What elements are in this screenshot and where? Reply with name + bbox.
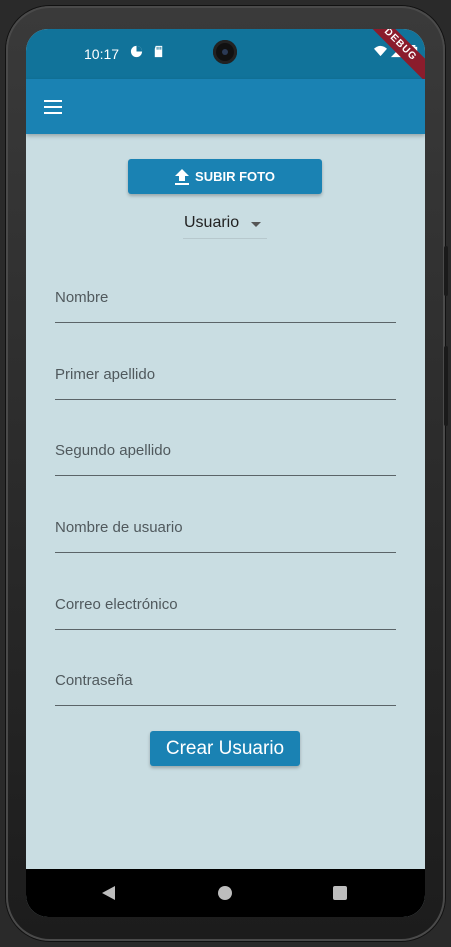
- system-nav-bar: [26, 869, 425, 917]
- app-screen: 10:17 DEBUG SUBIR FOTO Usuario Nombre Pr…: [26, 29, 425, 917]
- volume-button: [444, 246, 448, 296]
- back-icon[interactable]: [102, 886, 115, 900]
- correo-field[interactable]: [55, 589, 396, 630]
- upload-icon: [175, 168, 190, 185]
- nombre-input[interactable]: [55, 282, 396, 322]
- primer-apellido-input[interactable]: [55, 359, 396, 399]
- primer-apellido-field[interactable]: [55, 359, 396, 400]
- role-dropdown[interactable]: Usuario: [183, 211, 267, 239]
- upload-photo-label: SUBIR FOTO: [195, 169, 275, 184]
- correo-input[interactable]: [55, 589, 396, 629]
- nombre-usuario-input[interactable]: [55, 512, 396, 552]
- create-user-label: Crear Usuario: [165, 737, 285, 759]
- menu-icon[interactable]: [44, 100, 62, 114]
- wifi-icon: [374, 45, 387, 57]
- status-time: 10:17: [84, 46, 120, 62]
- power-button: [444, 346, 448, 426]
- segundo-apellido-input[interactable]: [55, 435, 396, 475]
- home-icon[interactable]: [218, 886, 232, 900]
- upload-photo-button[interactable]: SUBIR FOTO: [128, 159, 322, 194]
- nombre-usuario-field[interactable]: [55, 512, 396, 553]
- role-dropdown-value: Usuario: [184, 214, 240, 231]
- segundo-apellido-field[interactable]: [55, 435, 396, 476]
- recent-apps-icon[interactable]: [333, 886, 347, 900]
- create-user-button[interactable]: Crear Usuario: [150, 731, 300, 766]
- contrasena-input[interactable]: [55, 665, 396, 705]
- status-bar: 10:17 DEBUG: [26, 29, 425, 90]
- dropdown-arrow-icon: [251, 222, 261, 227]
- data-saver-icon: [130, 45, 143, 58]
- sd-card-icon: [154, 45, 163, 58]
- contrasena-field[interactable]: [55, 665, 396, 706]
- front-camera: [213, 40, 237, 64]
- app-bar: [26, 79, 425, 134]
- nombre-field[interactable]: [55, 282, 396, 323]
